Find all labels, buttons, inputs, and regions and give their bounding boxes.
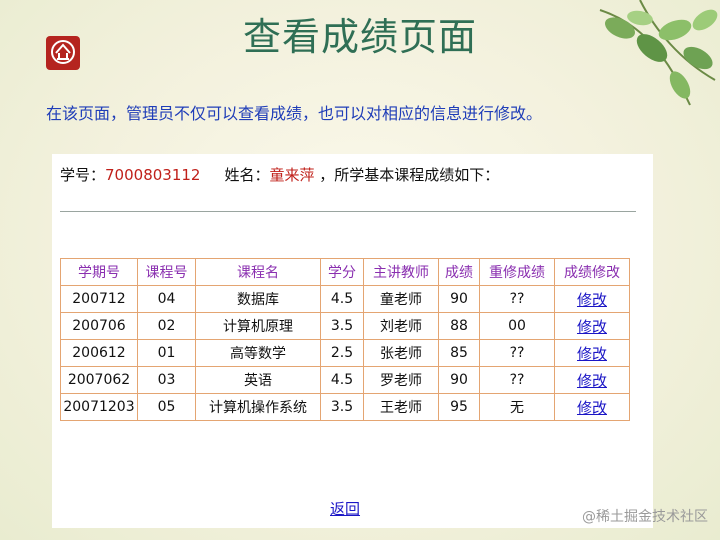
cell-course-name: 数据库 (195, 285, 321, 313)
cell-term: 20071203 (60, 393, 138, 421)
cell-term: 200706 (60, 312, 138, 340)
watermark: @稀土掘金技术社区 (582, 509, 708, 525)
cell-course-id: 04 (137, 285, 196, 313)
table-row: 2007062 03 英语 4.5 罗老师 90 ?? 修改 (60, 366, 630, 394)
cell-credits: 4.5 (320, 366, 364, 394)
col-header-retake-score: 重修成绩 (479, 258, 555, 286)
cell-credits: 3.5 (320, 312, 364, 340)
slide-subtitle: 在该页面，管理员不仅可以查看成绩，也可以对相应的信息进行修改。 (46, 104, 543, 123)
table-row: 200712 04 数据库 4.5 童老师 90 ?? 修改 (60, 285, 630, 313)
col-header-course-id: 课程号 (137, 258, 196, 286)
cell-teacher: 刘老师 (363, 312, 439, 340)
logo-icon (46, 36, 80, 70)
grades-summary-text: ，所学基本课程成绩如下： (319, 166, 500, 184)
edit-link[interactable]: 修改 (554, 393, 630, 421)
cell-credits: 2.5 (320, 339, 364, 367)
cell-retake-score: ?? (479, 285, 555, 313)
cell-retake-score: ?? (479, 339, 555, 367)
cell-course-name: 高等数学 (195, 339, 321, 367)
col-header-teacher: 主讲教师 (363, 258, 439, 286)
col-header-score: 成绩 (438, 258, 480, 286)
cell-term: 200712 (60, 285, 138, 313)
cell-score: 88 (438, 312, 480, 340)
edit-link[interactable]: 修改 (554, 339, 630, 367)
cell-credits: 4.5 (320, 285, 364, 313)
col-header-course-name: 课程名 (195, 258, 321, 286)
student-name-label: 姓名： (224, 166, 270, 184)
cell-term: 2007062 (60, 366, 138, 394)
student-id-label: 学号： (60, 166, 106, 184)
grades-table: 学期号 课程号 课程名 学分 主讲教师 成绩 重修成绩 成绩修改 200712 … (60, 258, 630, 421)
cell-course-name: 英语 (195, 366, 321, 394)
cell-retake-score: 00 (479, 312, 555, 340)
cell-score: 90 (438, 366, 480, 394)
cell-course-name: 计算机操作系统 (195, 393, 321, 421)
cell-score: 90 (438, 285, 480, 313)
cell-course-name: 计算机原理 (195, 312, 321, 340)
grades-panel: 学号：7000803112 姓名：童来萍 ，所学基本课程成绩如下： 学期号 课程号… (52, 154, 653, 528)
table-row: 200706 02 计算机原理 3.5 刘老师 88 00 修改 (60, 312, 630, 340)
cell-score: 95 (438, 393, 480, 421)
student-id-value: 7000803112 (105, 166, 201, 184)
cell-retake-score: 无 (479, 393, 555, 421)
table-row: 200612 01 高等数学 2.5 张老师 85 ?? 修改 (60, 339, 630, 367)
cell-credits: 3.5 (320, 393, 364, 421)
edit-link[interactable]: 修改 (554, 285, 630, 313)
col-header-credits: 学分 (320, 258, 364, 286)
cell-teacher: 罗老师 (363, 366, 439, 394)
cell-course-id: 03 (137, 366, 196, 394)
student-info: 学号：7000803112 姓名：童来萍 ，所学基本课程成绩如下： (60, 164, 499, 185)
table-header-row: 学期号 课程号 课程名 学分 主讲教师 成绩 重修成绩 成绩修改 (60, 258, 630, 286)
cell-teacher: 王老师 (363, 393, 439, 421)
cell-course-id: 05 (137, 393, 196, 421)
student-name-value: 童来萍 (269, 166, 315, 184)
edit-link[interactable]: 修改 (554, 366, 630, 394)
cell-teacher: 张老师 (363, 339, 439, 367)
divider (60, 211, 636, 212)
cell-score: 85 (438, 339, 480, 367)
cell-retake-score: ?? (479, 366, 555, 394)
table-row: 20071203 05 计算机操作系统 3.5 王老师 95 无 修改 (60, 393, 630, 421)
cell-course-id: 02 (137, 312, 196, 340)
col-header-edit: 成绩修改 (554, 258, 630, 286)
col-header-term: 学期号 (60, 258, 138, 286)
cell-term: 200612 (60, 339, 138, 367)
edit-link[interactable]: 修改 (554, 312, 630, 340)
decorative-leaves-icon (599, 0, 718, 106)
cell-teacher: 童老师 (363, 285, 439, 313)
back-link[interactable]: 返回 (330, 498, 360, 519)
cell-course-id: 01 (137, 339, 196, 367)
